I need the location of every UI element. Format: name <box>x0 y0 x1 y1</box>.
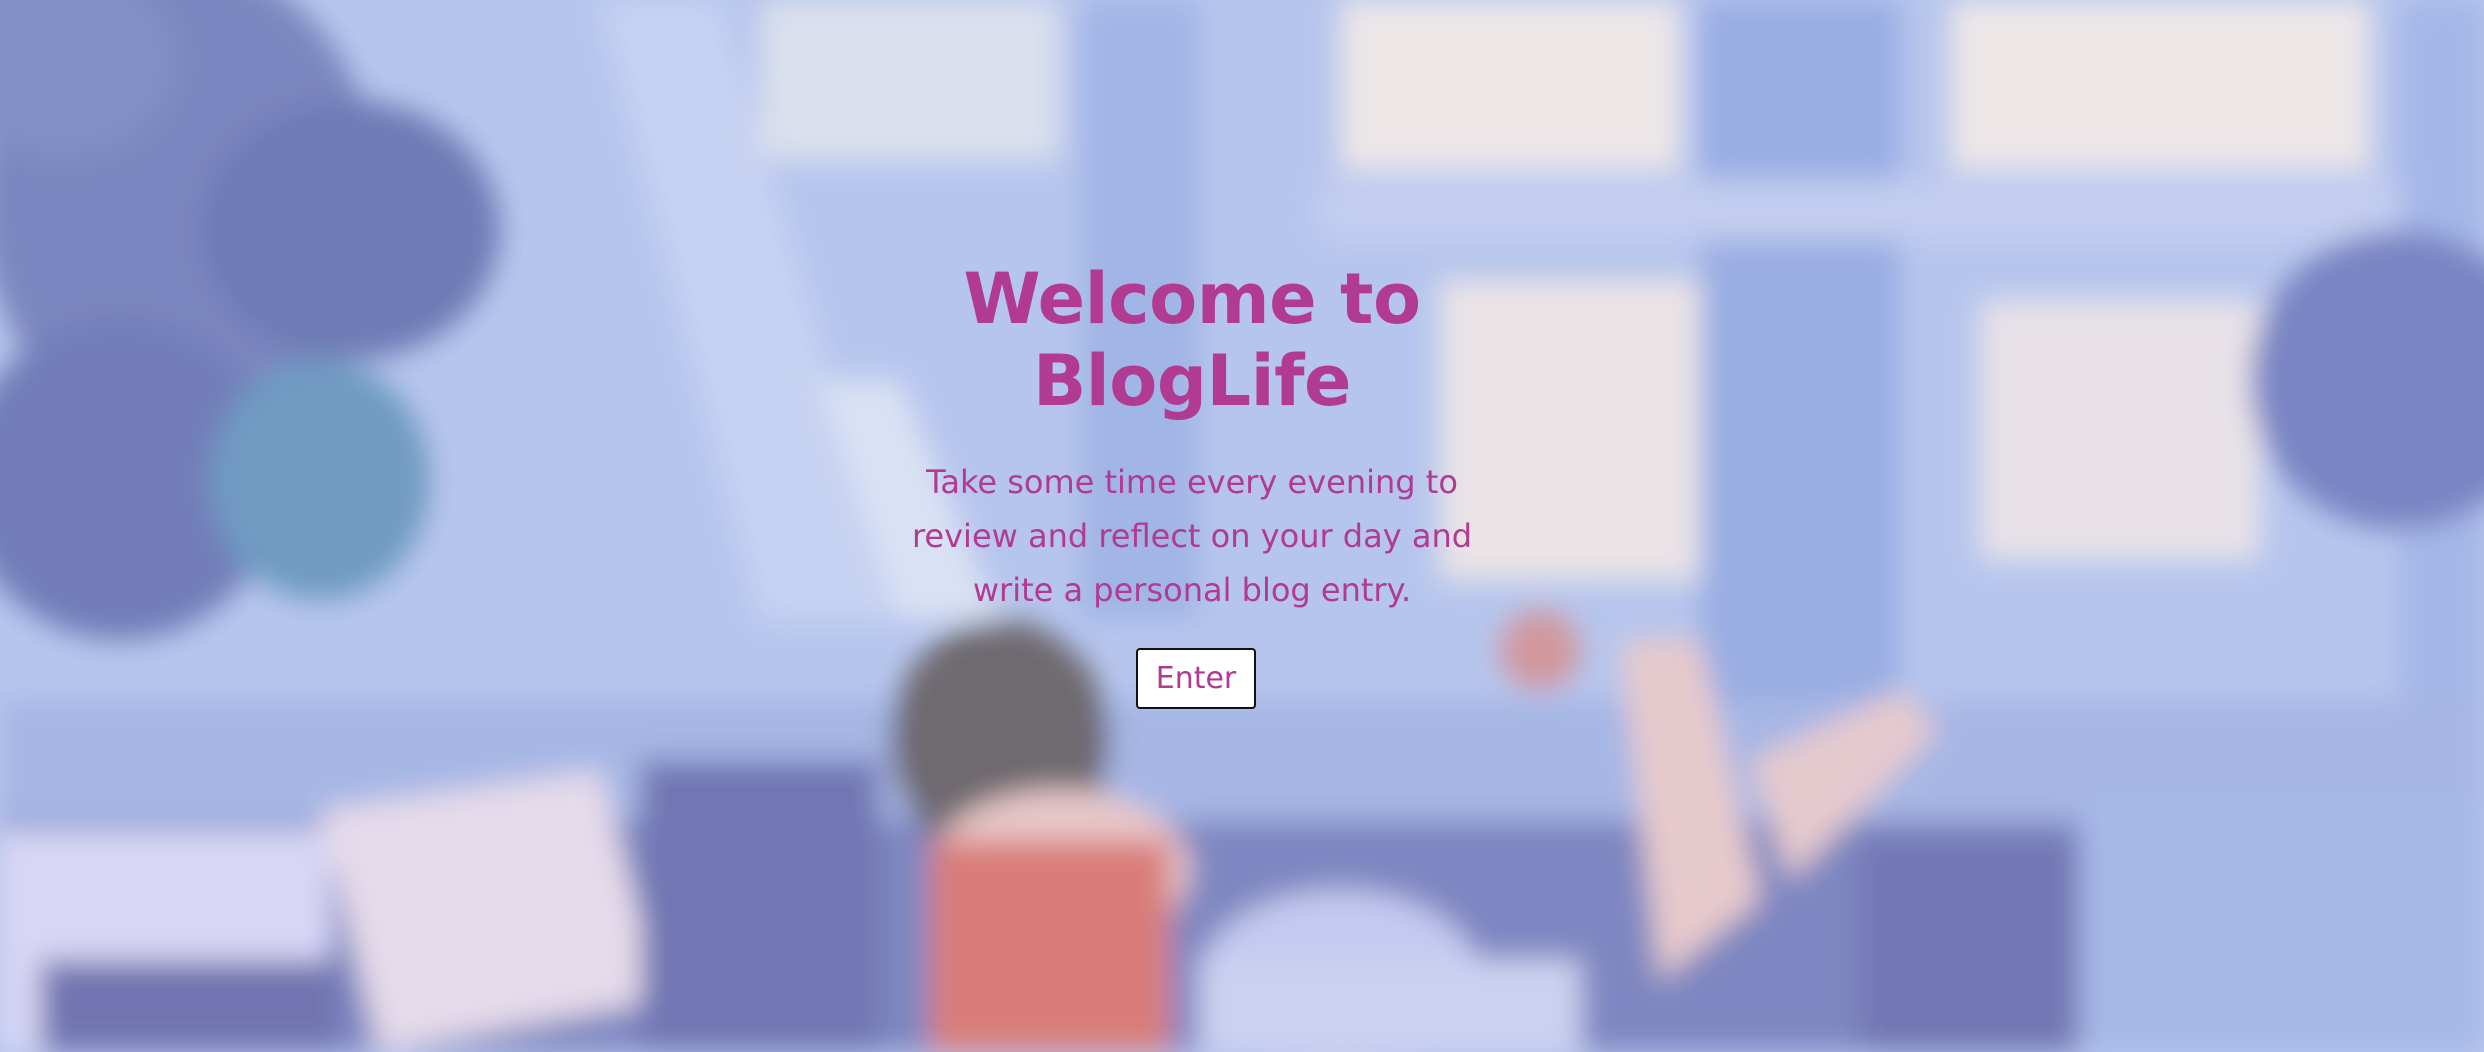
hero-section: Welcome to BlogLife Take some time every… <box>0 0 2484 1052</box>
hero-title: Welcome to BlogLife <box>963 258 1421 422</box>
hero-subtitle: Take some time every evening to review a… <box>911 463 1473 609</box>
enter-button[interactable]: Enter <box>1136 648 1256 709</box>
